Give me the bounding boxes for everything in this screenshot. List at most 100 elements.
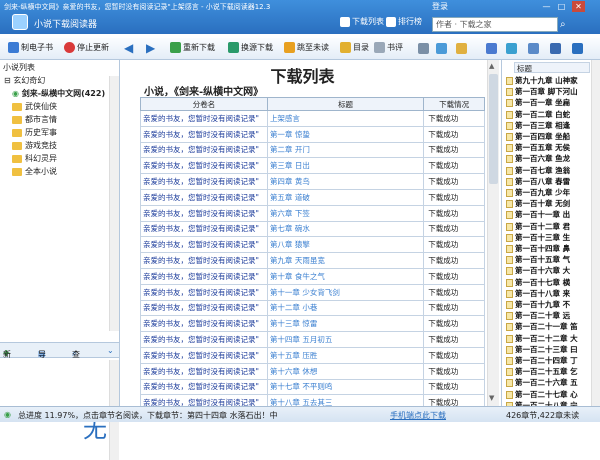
category-item[interactable]: 游戏竞技 — [12, 140, 57, 151]
category-item[interactable]: 全本小说 — [12, 166, 57, 177]
table-row[interactable]: 亲爱的书友，您暂时没有阅读记录" 第九章 天雨虽宽 下载成功 — [140, 252, 485, 269]
main-scrollbar[interactable]: ▲ ▼ — [487, 60, 499, 406]
chapter-item[interactable]: 第一百二十二章 大 — [506, 333, 578, 344]
title-cell[interactable]: 第十五章 压胜 — [266, 346, 425, 364]
title-cell[interactable]: 第十二章 小巷 — [266, 299, 425, 317]
scroll-down-icon[interactable]: ▼ — [489, 394, 494, 402]
title-cell[interactable]: 第六章 下签 — [266, 204, 425, 222]
sidebar-scrollbar[interactable] — [109, 76, 119, 331]
title-cell[interactable]: 第九章 天雨虽宽 — [266, 252, 425, 269]
back-button[interactable]: ◀ — [124, 41, 133, 55]
table-row[interactable]: 亲爱的书友，您暂时没有阅读记录" 第一章 惊蛰 下载成功 — [140, 125, 485, 143]
title-cell[interactable]: 第十六章 休想 — [266, 362, 425, 380]
chapter-item[interactable]: 第一百十七章 横 — [506, 277, 570, 288]
chapter-item[interactable]: 第一百九章 少年 — [506, 187, 570, 198]
table-row[interactable]: 亲爱的书友，您暂时没有阅读记录" 第十三章 惊雷 下载成功 — [140, 315, 485, 333]
folder-icon[interactable] — [456, 43, 467, 54]
table-row[interactable]: 亲爱的书友，您暂时没有阅读记录" 第七章 碗水 下载成功 — [140, 220, 485, 238]
chapter-header[interactable]: 标题 — [514, 62, 590, 73]
title-cell[interactable]: 第十四章 五月初五 — [266, 331, 425, 348]
bookshelf-button[interactable]: 书评 — [374, 42, 403, 53]
title-cell[interactable]: 第一章 惊蛰 — [266, 125, 425, 143]
chapter-item[interactable]: 第一百十九章 不 — [506, 299, 570, 310]
title-cell[interactable]: 第十三章 惊雷 — [266, 315, 425, 333]
chapter-item[interactable]: 第一百十二章 君 — [506, 221, 570, 232]
title-cell[interactable]: 第三章 日出 — [266, 157, 425, 175]
chapter-scrollbar[interactable] — [591, 60, 600, 406]
chapter-item[interactable]: 第一百十四章 鼻 — [506, 243, 570, 254]
title-cell[interactable]: 第五章 道破 — [266, 188, 425, 206]
table-row[interactable]: 亲爱的书友，您暂时没有阅读记录" 第十五章 压胜 下载成功 — [140, 346, 485, 364]
category-item[interactable]: 历史军事 — [12, 127, 57, 138]
mobile-download-link[interactable]: 手机端点此下载 — [390, 410, 446, 421]
table-row[interactable]: 亲爱的书友，您暂时没有阅读记录" 第二章 开门 下载成功 — [140, 141, 485, 159]
scroll-thumb[interactable] — [489, 74, 498, 184]
category-item[interactable]: 科幻灵异 — [12, 153, 57, 164]
table-row[interactable]: 亲爱的书友，您暂时没有阅读记录" 第十四章 五月初五 下载成功 — [140, 331, 485, 348]
table-row[interactable]: 亲爱的书友，您暂时没有阅读记录" 第十二章 小巷 下载成功 — [140, 299, 485, 317]
category-item[interactable]: 武侠仙侠 — [12, 101, 57, 112]
category-xuanhuan[interactable]: ⊟ 玄幻奇幻 — [4, 75, 45, 86]
make-ebook-button[interactable]: 制电子书 — [8, 42, 53, 53]
search-input[interactable]: 作者 · 下载之家 — [432, 17, 558, 32]
category-item[interactable]: 都市言情 — [12, 114, 57, 125]
chapter-item[interactable]: 第一百二十章 远 — [506, 310, 570, 321]
current-novel-item[interactable]: ◉ 剑来-纵横中文网(422) — [12, 88, 105, 99]
column-header[interactable]: 标题 — [266, 97, 425, 111]
chapter-item[interactable]: 第一百十八章 来 — [506, 288, 570, 299]
close-button[interactable]: ✕ — [572, 1, 585, 12]
chapter-item[interactable]: 第一百二十五章 乞 — [506, 366, 578, 377]
minimize-button[interactable]: — — [540, 1, 553, 12]
download-list-button[interactable]: 下载列表 — [340, 16, 384, 27]
chapter-item[interactable]: 第一百四章 坐船 — [506, 131, 570, 142]
chapter-item[interactable]: 第一百二十四章 丁 — [506, 355, 578, 366]
grid-view-icon[interactable] — [550, 43, 561, 54]
column-header[interactable]: 下载情况 — [423, 97, 485, 111]
chapter-item[interactable]: 第一百十六章 大 — [506, 265, 570, 276]
collapse-icon[interactable]: ⊟ — [4, 76, 13, 85]
title-cell[interactable]: 第十章 食牛之气 — [266, 267, 425, 285]
title-cell[interactable]: 第十八章 五去其三 — [266, 394, 425, 406]
title-cell[interactable]: 第二章 开门 — [266, 141, 425, 159]
book-icon[interactable] — [506, 43, 517, 54]
chapter-item[interactable]: 第一百十章 无剑 — [506, 198, 570, 209]
title-cell[interactable]: 第七章 碗水 — [266, 220, 425, 238]
column-header[interactable]: 分卷名 — [140, 97, 268, 111]
title-cell[interactable]: 第十七章 不平则鸣 — [266, 378, 425, 396]
table-row[interactable]: 亲爱的书友，您暂时没有阅读记录" 第八章 猿擎 下载成功 — [140, 236, 485, 254]
chapter-item[interactable]: 第一百二十六章 五 — [506, 377, 578, 388]
chapter-item[interactable]: 第一百二十三章 曰 — [506, 344, 578, 355]
chapter-item[interactable]: 第九十九章 山神家 — [506, 75, 578, 86]
chapter-item[interactable]: 第一百二十一章 笛 — [506, 321, 578, 332]
title-cell[interactable]: 第八章 猿擎 — [266, 236, 425, 254]
change-source-button[interactable]: 换源下载 — [228, 42, 273, 53]
chapter-item[interactable]: 第一百十三章 生 — [506, 232, 570, 243]
chapter-item[interactable]: 第一百十五章 气 — [506, 254, 570, 265]
search-icon[interactable]: ⌕ — [560, 17, 574, 32]
jump-unread-button[interactable]: 跳至未读 — [284, 42, 329, 53]
chapter-item[interactable]: 第一百五章 无侯 — [506, 142, 570, 153]
expand-icon[interactable]: ⌄ — [107, 346, 114, 355]
table-row[interactable]: 亲爱的书友，您暂时没有阅读记录" 第十六章 休想 下载成功 — [140, 362, 485, 380]
stop-update-button[interactable]: 停止更新 — [64, 42, 109, 53]
toc-button[interactable]: 目录 — [340, 42, 369, 53]
table-row[interactable]: 亲爱的书友，您暂时没有阅读记录" 第六章 下签 下载成功 — [140, 204, 485, 222]
table-row[interactable]: 亲爱的书友，您暂时没有阅读记录" 第十章 食牛之气 下载成功 — [140, 267, 485, 285]
chapter-item[interactable]: 第一百八章 春雷 — [506, 176, 570, 187]
scroll-up-icon[interactable]: ▲ — [489, 62, 494, 70]
ranking-button[interactable]: 排行榜 — [386, 16, 422, 27]
title-cell[interactable]: 上架感言 — [266, 110, 425, 127]
font-icon[interactable] — [418, 43, 429, 54]
zoom-icon[interactable] — [436, 43, 447, 54]
chapter-item[interactable]: 第一百七章 渔翁 — [506, 165, 570, 176]
chapter-item[interactable]: 第一百一章 坐扁 — [506, 97, 570, 108]
maximize-button[interactable]: □ — [555, 1, 568, 12]
chapter-item[interactable]: 第一百章 脚下河山 — [506, 86, 578, 97]
table-row[interactable]: 亲爱的书友，您暂时没有阅读记录" 第十七章 不平则鸣 下载成功 — [140, 378, 485, 396]
title-cell[interactable]: 第四章 黄鸟 — [266, 173, 425, 190]
prev-page-icon[interactable] — [486, 43, 497, 54]
chapter-item[interactable]: 第一百二章 白蛇 — [506, 109, 570, 120]
chapter-item[interactable]: 第一百六章 鱼龙 — [506, 153, 570, 164]
forward-button[interactable]: ▶ — [146, 41, 155, 55]
table-row[interactable]: 亲爱的书友，您暂时没有阅读记录" 第五章 道破 下载成功 — [140, 188, 485, 206]
